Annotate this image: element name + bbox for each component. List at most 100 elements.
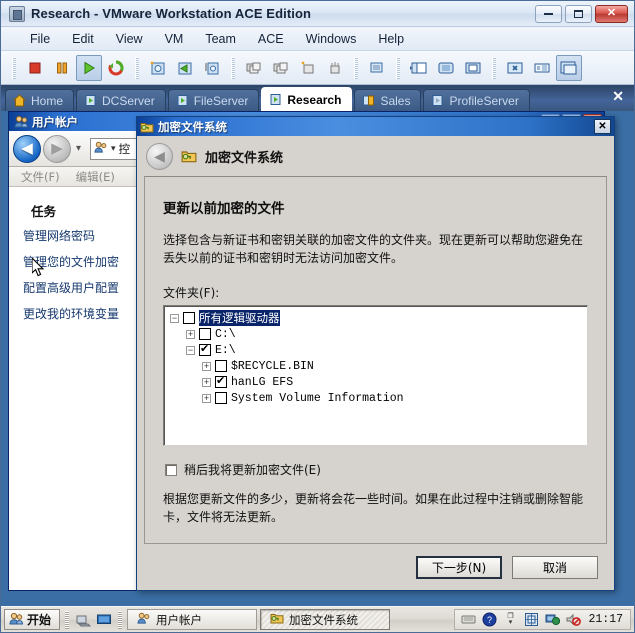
tab-home[interactable]: Home bbox=[5, 89, 75, 111]
tab-dcserver[interactable]: DCServer bbox=[76, 89, 166, 111]
tree-checkbox[interactable] bbox=[199, 328, 211, 340]
tree-item[interactable]: − 所有逻辑驱动器 bbox=[164, 310, 587, 326]
task-link-manage-network-passwords[interactable]: 管理网络密码 bbox=[23, 227, 131, 244]
task-link-change-environment-variables[interactable]: 更改我的环境变量 bbox=[23, 305, 131, 322]
efs-dialog: 加密文件系统 ✕ ◀ 加密文件系统 更新以前加密的文件 选择包含与新证书和密钥关… bbox=[136, 116, 615, 591]
suspend-button[interactable] bbox=[49, 55, 75, 81]
menu-ace[interactable]: ACE bbox=[247, 30, 295, 48]
efs-back-button[interactable]: ◀ bbox=[146, 142, 173, 170]
tab-sales[interactable]: Sales bbox=[354, 89, 422, 111]
vm-icon bbox=[431, 94, 444, 107]
tab-research[interactable]: Research bbox=[261, 87, 353, 111]
network-icon[interactable] bbox=[544, 612, 560, 628]
expand-tray-icon[interactable]: ❐ ▾ bbox=[502, 612, 518, 628]
tree-checkbox[interactable] bbox=[215, 374, 227, 388]
help-icon[interactable]: ? bbox=[481, 612, 497, 628]
update-later-checkbox-row[interactable]: 稍后我将更新加密文件(E) bbox=[165, 461, 588, 478]
team-power-off-button[interactable] bbox=[268, 55, 294, 81]
tab-fileserver[interactable]: FileServer bbox=[167, 89, 260, 111]
volume-muted-icon[interactable] bbox=[565, 612, 581, 628]
task-link-configure-advanced-profile[interactable]: 配置高级用户配置 bbox=[23, 279, 131, 296]
settings-button[interactable] bbox=[502, 55, 528, 81]
minimize-button[interactable] bbox=[535, 4, 562, 23]
tree-expander-icon[interactable]: + bbox=[186, 329, 195, 339]
tree-checkbox[interactable] bbox=[215, 360, 227, 372]
tasks-pane: 任务 管理网络密码 管理您的文件加密 配置高级用户配置 更改我的环境变量 bbox=[9, 187, 131, 590]
taskbar-item-label: 加密文件系统 bbox=[289, 612, 359, 627]
tab-profileserver[interactable]: ProfileServer bbox=[423, 89, 530, 111]
tree-checkbox[interactable] bbox=[199, 342, 211, 356]
toolbar-grip[interactable] bbox=[12, 56, 16, 79]
maximize-button[interactable] bbox=[565, 4, 592, 23]
toolbar-grip-6[interactable] bbox=[492, 56, 496, 79]
tasks-heading: 任务 bbox=[31, 204, 57, 219]
revert-snapshot-button[interactable] bbox=[172, 55, 198, 81]
add-machine-button[interactable] bbox=[295, 55, 321, 81]
folder-tree[interactable]: − 所有逻辑驱动器 + C:\ − E:\ + bbox=[163, 305, 588, 446]
back-button[interactable]: ◀ bbox=[13, 134, 41, 163]
menu-vm[interactable]: VM bbox=[154, 30, 195, 48]
vm-tab-bar: Home DCServer FileServer Research Sales bbox=[1, 85, 634, 111]
quick-switch-button[interactable] bbox=[433, 55, 459, 81]
tree-expander-icon[interactable]: − bbox=[170, 313, 179, 323]
menu-view[interactable]: View bbox=[105, 30, 154, 48]
full-screen-button[interactable] bbox=[460, 55, 486, 81]
snapshot-manager-button[interactable] bbox=[199, 55, 225, 81]
reset-button[interactable] bbox=[103, 55, 129, 81]
taskbar-clock[interactable]: 21:17 bbox=[586, 613, 625, 626]
address-dropdown-icon[interactable]: ▾ bbox=[111, 143, 116, 154]
next-button[interactable]: 下一步(N) bbox=[416, 555, 502, 579]
show-sidebar-button[interactable] bbox=[406, 55, 432, 81]
toolbar-grip-5[interactable] bbox=[396, 56, 400, 79]
capture-button[interactable] bbox=[364, 55, 390, 81]
tree-item[interactable]: + System Volume Information bbox=[164, 390, 587, 406]
cancel-button[interactable]: 取消 bbox=[512, 555, 598, 579]
team-power-on-button[interactable] bbox=[241, 55, 267, 81]
taskbar-separator-2 bbox=[118, 610, 123, 629]
recent-pages-dropdown[interactable]: ▾ bbox=[73, 143, 84, 154]
user-accounts-icon bbox=[14, 114, 29, 129]
taskbar-item-user-accounts[interactable]: 用户帐户 bbox=[127, 609, 258, 630]
tree-item[interactable]: + C:\ bbox=[164, 326, 587, 342]
tree-expander-icon[interactable]: − bbox=[186, 345, 195, 355]
power-off-button[interactable] bbox=[22, 55, 48, 81]
tree-item[interactable]: − E:\ bbox=[164, 342, 587, 358]
menu-windows[interactable]: Windows bbox=[295, 30, 368, 48]
tab-label: Research bbox=[287, 92, 342, 107]
menu-help[interactable]: Help bbox=[367, 30, 415, 48]
show-desktop-icon[interactable] bbox=[74, 611, 92, 629]
ua-menu-edit[interactable]: 编辑(E) bbox=[70, 168, 121, 186]
tree-expander-icon[interactable]: + bbox=[202, 377, 211, 387]
summary-button[interactable] bbox=[529, 55, 555, 81]
taskbar-item-efs[interactable]: 加密文件系统 bbox=[260, 609, 391, 630]
efs-close-button[interactable]: ✕ bbox=[594, 119, 611, 134]
address-icon bbox=[94, 140, 108, 157]
toolbar-grip-4[interactable] bbox=[354, 56, 358, 79]
power-on-button[interactable] bbox=[76, 54, 102, 81]
close-tab-button[interactable]: ✕ bbox=[602, 88, 634, 108]
monitor-icon[interactable] bbox=[95, 611, 113, 629]
start-button[interactable]: 开始 bbox=[4, 609, 61, 630]
update-later-checkbox[interactable] bbox=[165, 463, 177, 476]
tree-expander-icon[interactable]: + bbox=[202, 393, 211, 403]
vmware-tools-icon[interactable] bbox=[523, 612, 539, 628]
tree-expander-icon[interactable]: + bbox=[202, 361, 211, 371]
toolbar-grip-2[interactable] bbox=[135, 56, 139, 79]
menu-file[interactable]: File bbox=[19, 30, 61, 48]
tree-item[interactable]: + hanLG EFS bbox=[164, 374, 587, 390]
task-link-manage-file-encryption[interactable]: 管理您的文件加密 bbox=[23, 253, 131, 270]
forward-button[interactable]: ▶ bbox=[43, 134, 71, 163]
take-snapshot-button[interactable] bbox=[145, 55, 171, 81]
back-arrow-icon: ◀ bbox=[154, 147, 165, 164]
console-view-button[interactable] bbox=[556, 54, 582, 81]
lan-segment-button[interactable] bbox=[322, 55, 348, 81]
close-button[interactable]: ✕ bbox=[595, 4, 628, 23]
tree-checkbox[interactable] bbox=[215, 392, 227, 404]
keyboard-layout-icon[interactable] bbox=[460, 612, 476, 628]
menu-team[interactable]: Team bbox=[194, 30, 247, 48]
menu-edit[interactable]: Edit bbox=[61, 30, 105, 48]
ua-menu-file[interactable]: 文件(F) bbox=[15, 168, 66, 186]
tree-item[interactable]: + $RECYCLE.BIN bbox=[164, 358, 587, 374]
toolbar-grip-3[interactable] bbox=[231, 56, 235, 79]
tree-checkbox[interactable] bbox=[183, 312, 195, 324]
